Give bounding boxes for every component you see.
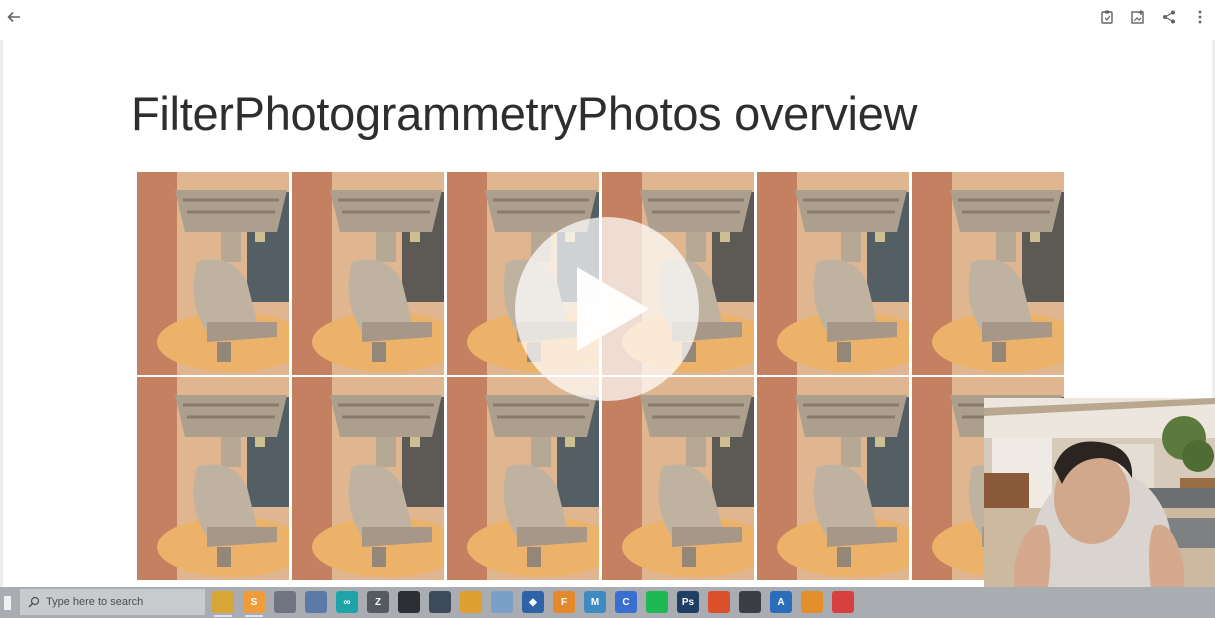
photo-thumbnail [292,377,444,580]
photo-thumbnail [292,172,444,375]
add-to-drive-icon [1131,10,1144,24]
photo-thumbnail [447,377,599,580]
photoshop-icon[interactable]: Ps [677,591,699,613]
autodesk-icon[interactable]: A [770,591,792,613]
add-to-drive-button[interactable] [1126,6,1150,28]
obs-icon[interactable] [739,591,761,613]
video-frame: FilterPhotogrammetryPhotos overview Type… [0,0,1215,618]
photo-thumbnail [757,172,909,375]
start-button[interactable] [0,587,14,618]
file-explorer-icon[interactable] [212,591,234,617]
photo-thumbnail [137,172,289,375]
spotify-icon[interactable] [646,591,668,613]
calculator-icon[interactable] [305,591,327,613]
code-icon[interactable]: C [615,591,637,613]
arrow-left-icon [7,11,20,23]
share-icon [1163,10,1175,24]
fusion-icon[interactable]: F [553,591,575,613]
photo-thumbnail [912,172,1064,375]
photo-thumbnail [602,377,754,580]
more-vert-icon [1198,10,1202,24]
share-button[interactable] [1157,6,1181,28]
more-options-button[interactable] [1188,6,1212,28]
terminal-icon[interactable] [398,591,420,613]
presenter-video [984,398,1215,611]
chrome-icon[interactable] [460,591,482,613]
search-icon [28,596,40,608]
davinci-icon[interactable] [274,591,296,613]
search-placeholder: Type here to search [46,596,144,608]
photo-thumbnail [757,377,909,580]
taskbar: Type here to search S ∞ Z ◆ F M C Ps A [0,587,1215,618]
windows-icon [3,595,11,610]
arduino-icon[interactable]: ∞ [336,591,358,613]
slide-edge [0,40,3,588]
sublime-text-icon[interactable]: S [243,591,265,617]
taskbar-search[interactable]: Type here to search [20,589,205,615]
cmd-icon[interactable] [429,591,451,613]
clipboard-button[interactable] [1095,6,1119,28]
photo-thumbnail [137,377,289,580]
slide-title: FilterPhotogrammetryPhotos overview [131,87,918,140]
play-icon [577,267,649,351]
red-app-icon[interactable] [832,591,854,613]
sketchup-icon[interactable] [708,591,730,613]
maps-icon[interactable]: M [584,591,606,613]
hub-icon[interactable]: ◆ [522,591,544,613]
clipboard-icon [1101,10,1113,24]
blender-icon[interactable] [801,591,823,613]
back-button[interactable] [2,6,26,28]
paint-icon[interactable] [491,591,513,613]
viewer-toolbar [0,0,1215,36]
webcam-overlay [984,398,1215,611]
zbrush-icon[interactable]: Z [367,591,389,613]
play-button[interactable] [515,217,699,401]
